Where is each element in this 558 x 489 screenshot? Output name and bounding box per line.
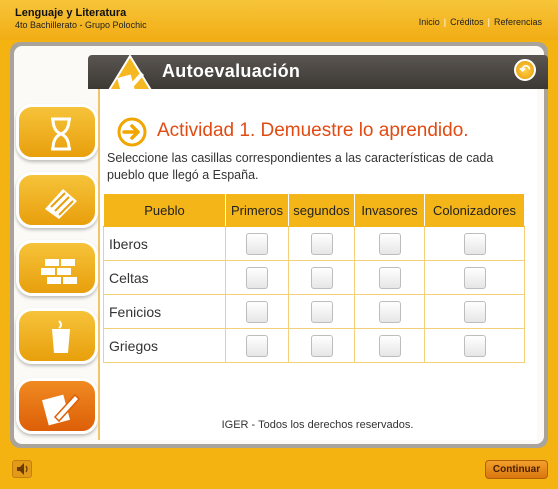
- continue-button[interactable]: Continuar: [485, 460, 548, 479]
- checkbox[interactable]: [246, 266, 268, 289]
- selection-table: Pueblo Primeros segundos Invasores Colon…: [103, 193, 525, 363]
- books-icon: [45, 189, 77, 219]
- cup-button[interactable]: [16, 308, 98, 364]
- sound-button[interactable]: [12, 460, 32, 478]
- activity-instructions: Seleccione las casillas correspondientes…: [107, 151, 494, 182]
- bricks-button[interactable]: [16, 240, 98, 296]
- speaker-icon: [17, 463, 28, 475]
- row-label: Celtas: [103, 260, 226, 295]
- pencil-button[interactable]: [16, 378, 98, 434]
- nav-creditos[interactable]: Créditos: [446, 17, 488, 27]
- checkbox[interactable]: [378, 300, 401, 323]
- checkbox[interactable]: [310, 334, 333, 357]
- section-title: Autoevaluación: [162, 61, 301, 81]
- checkbox[interactable]: [310, 266, 333, 289]
- checkbox[interactable]: [378, 334, 401, 357]
- hourglass-button[interactable]: [16, 104, 98, 160]
- column-header-colonizadores: Colonizadores: [424, 193, 525, 227]
- column-header-segundos: segundos: [288, 193, 355, 227]
- nav-inicio[interactable]: Inicio: [415, 17, 444, 27]
- column-header-primeros: Primeros: [225, 193, 289, 227]
- checkbox[interactable]: [378, 266, 401, 289]
- checkbox[interactable]: [246, 334, 268, 357]
- checkbox[interactable]: [310, 300, 333, 323]
- table-row: Griegos: [103, 328, 525, 363]
- row-label: Fenicios: [103, 294, 226, 329]
- pencil-paper-icon: [42, 393, 81, 426]
- arrow-right-circle-icon: [117, 117, 147, 147]
- column-header-invasores: Invasores: [354, 193, 425, 227]
- table-row: Fenicios: [103, 294, 525, 329]
- app-subtitle: 4to Bachillerato - Grupo Polochic: [15, 20, 147, 30]
- copyright-note: IGER - Todos los derechos reservados.: [221, 419, 414, 431]
- activity-title: Actividad 1. Demuestre lo aprendido.: [157, 120, 469, 141]
- bricks-icon: [41, 259, 77, 284]
- row-label: Iberos: [103, 226, 226, 261]
- checkbox[interactable]: [463, 266, 486, 289]
- checkbox[interactable]: [463, 300, 486, 323]
- row-label: Griegos: [103, 328, 226, 363]
- checkbox[interactable]: [310, 232, 333, 255]
- cup-icon: [52, 320, 70, 353]
- hourglass-icon: [51, 117, 71, 151]
- table-row: Iberos: [103, 226, 525, 261]
- checkbox[interactable]: [246, 232, 268, 255]
- table-row: Celtas: [103, 260, 525, 295]
- back-icon[interactable]: ↶: [514, 59, 536, 81]
- books-button[interactable]: [16, 172, 98, 228]
- column-header-pueblo: Pueblo: [103, 193, 226, 227]
- checkbox[interactable]: [463, 334, 486, 357]
- checkbox[interactable]: [463, 232, 486, 255]
- top-nav: Inicio | Créditos | Referencias: [415, 17, 546, 27]
- app-title: Lenguaje y Literatura: [15, 7, 127, 19]
- checkbox[interactable]: [246, 300, 268, 323]
- table-header-row: Pueblo Primeros segundos Invasores Colon…: [103, 193, 525, 227]
- nav-referencias[interactable]: Referencias: [490, 17, 546, 27]
- checkbox[interactable]: [378, 232, 401, 255]
- header-bar: Lenguaje y Literatura 4to Bachillerato -…: [0, 0, 558, 40]
